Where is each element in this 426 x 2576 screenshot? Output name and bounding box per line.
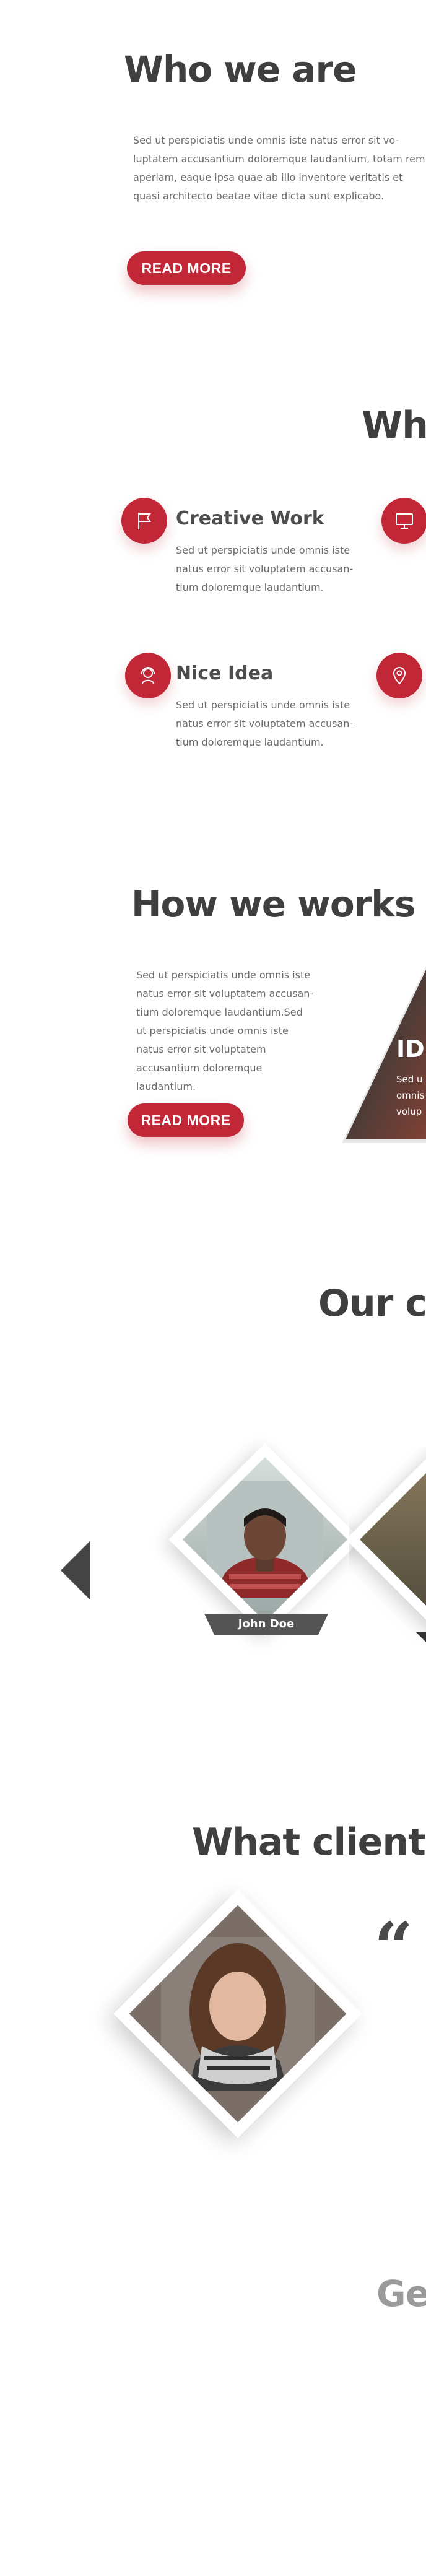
member-photo xyxy=(183,1457,347,1622)
how-image-card: ID Sed u omnis volup xyxy=(342,966,426,1143)
team-member-card[interactable]: John Doe xyxy=(168,1443,362,1636)
team-heading: Our cr xyxy=(318,1282,426,1325)
service-title-creative: Creative Work xyxy=(176,508,324,529)
testimonials-heading: What client xyxy=(192,1821,426,1864)
client-photo xyxy=(129,1905,347,2123)
about-heading: Who we are xyxy=(124,48,357,90)
flag-icon xyxy=(138,513,151,529)
service-text-idea: Sed ut perspiciatis unde omnis iste natu… xyxy=(176,699,354,748)
about-read-more-button[interactable]: READ MORE xyxy=(127,251,246,285)
how-paragraph: Sed ut perspiciatis unde omnis iste natu… xyxy=(136,969,314,1092)
about-paragraph: Sed ut perspiciatis unde omnis iste natu… xyxy=(133,134,425,202)
how-card-text: Sed u omnis volup xyxy=(396,1074,425,1117)
services-heading: Wh xyxy=(362,404,426,447)
service-title-idea: Nice Idea xyxy=(176,663,274,684)
service-icon-monitor xyxy=(381,498,426,544)
service-text-creative: Sed ut perspiciatis unde omnis iste natu… xyxy=(176,544,354,593)
team-member-card-2[interactable] xyxy=(349,1447,426,1645)
service-icon-creative xyxy=(121,498,167,544)
headset-icon xyxy=(141,667,155,684)
team-prev-arrow[interactable] xyxy=(61,1541,90,1600)
how-heading: How we works xyxy=(131,883,415,925)
how-read-more-button[interactable]: READ MORE xyxy=(128,1103,244,1137)
client-photo-card xyxy=(113,1889,362,2138)
footer-heading: Ge xyxy=(376,2273,426,2315)
how-card-title: ID xyxy=(396,1035,425,1063)
monitor-icon xyxy=(396,513,413,529)
service-icon-idea xyxy=(125,653,171,698)
service-icon-location xyxy=(376,653,422,698)
member-name: John Doe xyxy=(238,1617,295,1630)
map-pin-icon xyxy=(393,667,406,685)
quote-mark-icon: “ xyxy=(374,1907,414,1987)
